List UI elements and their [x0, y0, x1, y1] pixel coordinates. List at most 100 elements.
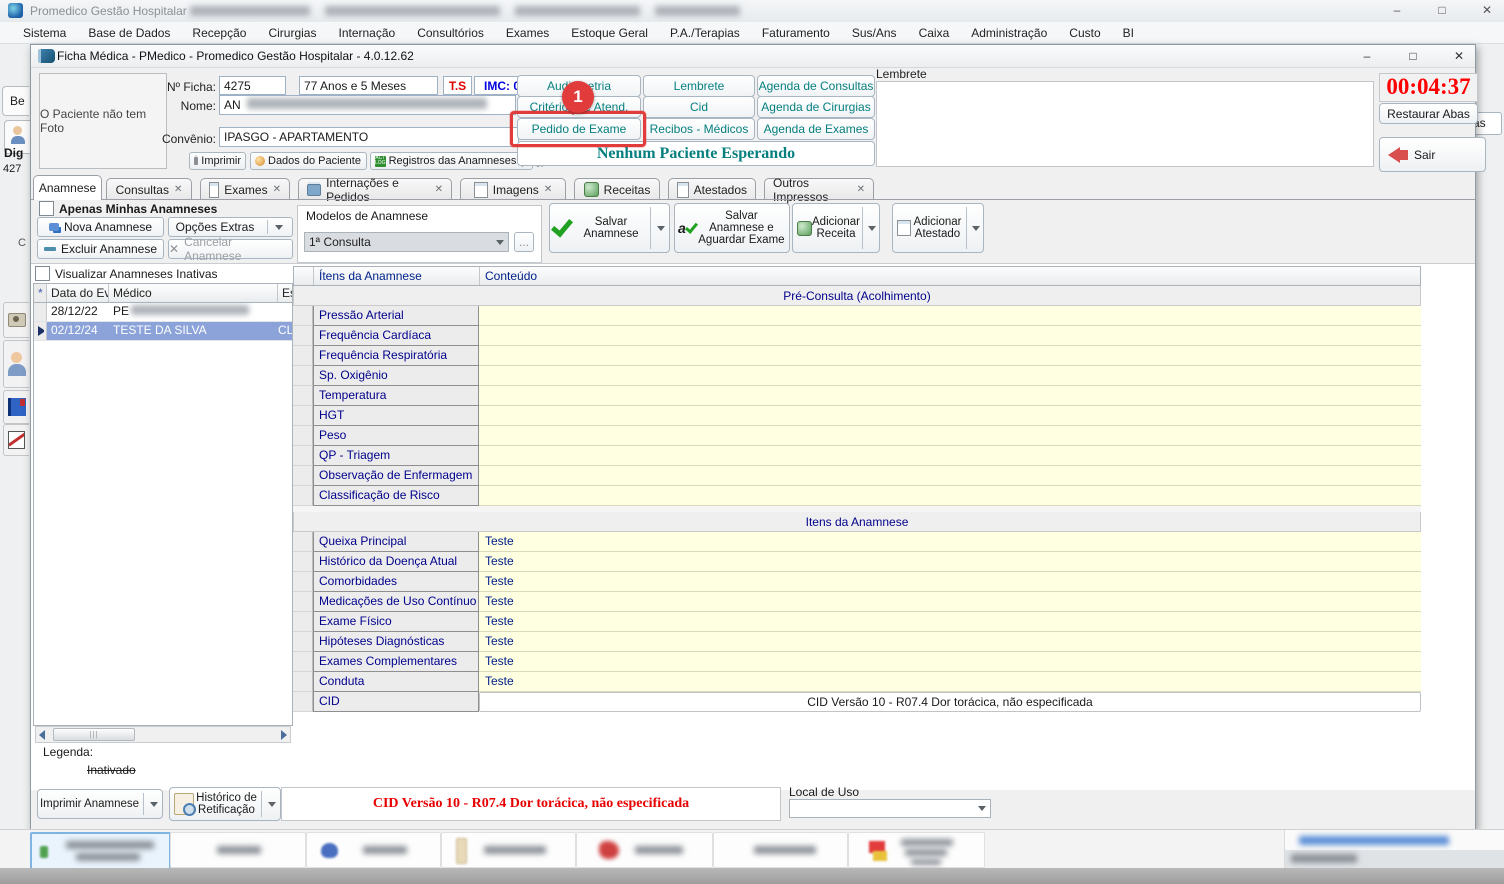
outer-close-button[interactable]: ✕: [1472, 0, 1502, 21]
background-toolbar-button[interactable]: [306, 832, 441, 868]
scrollbar-thumb[interactable]: |||: [53, 728, 135, 741]
opcoes-extras-button[interactable]: Opções Extras: [168, 217, 293, 237]
cid-value[interactable]: CID Versão 10 - R07.4 Dor torácica, não …: [479, 692, 1421, 712]
adicionar-receita-button[interactable]: Adicionar Receita: [792, 203, 880, 253]
tab-atestados[interactable]: Atestados: [668, 178, 756, 200]
modelo-combobox[interactable]: 1ª Consulta: [304, 232, 509, 252]
dados-do-paciente-button[interactable]: Dados do Paciente: [250, 152, 367, 170]
sair-button[interactable]: Sair: [1379, 137, 1486, 172]
outer-maximize-button[interactable]: □: [1427, 0, 1457, 21]
tab-anamnese[interactable]: Anamnese: [33, 175, 102, 200]
list-horizontal-scrollbar[interactable]: |||: [35, 726, 291, 743]
imprimir-button[interactable]: Imprimir: [189, 152, 246, 170]
tipo-sanguineo-button[interactable]: T.S: [443, 76, 472, 95]
restaurar-abas-button[interactable]: Restaurar Abas: [1379, 103, 1478, 124]
grid-header-itens[interactable]: Ítens da Anamnese: [314, 267, 480, 285]
background-tab-be[interactable]: Be: [2, 86, 29, 116]
menu-administracao[interactable]: Administração: [960, 26, 1058, 40]
column-esp[interactable]: Esp: [278, 284, 292, 302]
menu-consultorios[interactable]: Consultórios: [406, 26, 495, 40]
tab-imagens[interactable]: Imagens✕: [460, 178, 566, 200]
agenda-cirurgias-button[interactable]: Agenda de Cirurgias: [757, 96, 875, 118]
menu-sistema[interactable]: Sistema: [12, 26, 77, 40]
log-icon: ACTLOG: [375, 156, 386, 167]
background-toolbar-button[interactable]: [441, 832, 576, 868]
window-title: Ficha Médica - PMedico - Promedico Gestã…: [57, 49, 414, 63]
checkbox-icon[interactable]: [39, 201, 54, 216]
registros-anamneses-button[interactable]: ACTLOG Registros das Anamneses (Log): [370, 152, 533, 170]
chevron-down-icon[interactable]: [657, 226, 665, 231]
adicionar-atestado-button[interactable]: Adicionar Atestado: [892, 203, 984, 253]
menu-exames[interactable]: Exames: [495, 26, 560, 40]
background-toolbar-button[interactable]: [576, 832, 713, 868]
background-tab-photo[interactable]: [3, 302, 29, 338]
ficha-input[interactable]: 4275: [219, 76, 286, 95]
scroll-left-icon[interactable]: [39, 730, 45, 740]
close-icon[interactable]: ✕: [544, 184, 552, 195]
nova-anamnese-button[interactable]: Nova Anamnese: [37, 217, 164, 237]
menu-custo[interactable]: Custo: [1058, 26, 1111, 40]
agenda-exames-button[interactable]: Agenda de Exames: [757, 118, 875, 140]
chevron-down-icon[interactable]: [972, 226, 980, 231]
menu-faturamento[interactable]: Faturamento: [751, 26, 841, 40]
menu-cirurgias[interactable]: Cirurgias: [257, 26, 327, 40]
corner-cell[interactable]: *: [34, 284, 47, 302]
menu-base-de-dados[interactable]: Base de Dados: [77, 26, 181, 40]
scroll-right-icon[interactable]: [281, 730, 287, 740]
outer-minimize-button[interactable]: –: [1382, 0, 1412, 21]
chevron-down-icon[interactable]: [868, 226, 876, 231]
salvar-aguardar-exame-button[interactable]: a Salvar Anamnese e Aguardar Exame: [674, 203, 790, 253]
background-toolbar-button[interactable]: [170, 832, 306, 868]
window-close-button[interactable]: ✕: [1445, 47, 1473, 65]
menu-pa-terapias[interactable]: P.A./Terapias: [659, 26, 751, 40]
chevron-down-icon[interactable]: [268, 802, 276, 807]
convenio-input[interactable]: IPASGO - APARTAMENTO: [219, 127, 519, 147]
menu-internacao[interactable]: Internação: [327, 26, 406, 40]
background-tab-notes[interactable]: [3, 424, 29, 456]
checkbox-icon[interactable]: [35, 266, 50, 281]
apenas-minhas-checkbox[interactable]: Apenas Minhas Anamneses: [39, 201, 217, 216]
salvar-anamnese-button[interactable]: Salvar Anamnese: [549, 203, 670, 253]
excluir-anamnese-button[interactable]: Excluir Anamnese: [37, 239, 164, 259]
menu-caixa[interactable]: Caixa: [908, 26, 961, 40]
window-minimize-button[interactable]: –: [1353, 47, 1381, 65]
menu-recepcao[interactable]: Recepção: [181, 26, 257, 40]
anamnese-row[interactable]: 28/12/22 PE: [34, 303, 292, 322]
modelo-ellipsis-button[interactable]: ...: [514, 232, 534, 252]
anamnese-row-selected[interactable]: 02/12/24 TESTE DA SILVA CLI: [34, 322, 292, 341]
menu-bi[interactable]: BI: [1112, 26, 1145, 40]
lembrete-panel[interactable]: [876, 81, 1374, 167]
tab-outros-impressos[interactable]: Outros Impressos✕: [764, 178, 874, 200]
close-icon[interactable]: ✕: [273, 184, 281, 195]
grid-header-conteudo[interactable]: Conteúdo: [480, 267, 1420, 285]
column-data[interactable]: Data do Ev: [47, 284, 109, 302]
close-icon[interactable]: ✕: [857, 184, 865, 195]
chevron-down-icon[interactable]: [150, 802, 158, 807]
background-tab-book[interactable]: [3, 390, 29, 424]
doctor-icon: [8, 352, 26, 376]
cid-button[interactable]: Cid: [643, 96, 755, 118]
menu-estoque-geral[interactable]: Estoque Geral: [560, 26, 659, 40]
tab-internacoes-pedidos[interactable]: Internações e Pedidos✕: [298, 178, 452, 200]
background-tab-doctor[interactable]: [3, 340, 29, 388]
tab-consultas[interactable]: Consultas✕: [106, 178, 192, 200]
tab-exames[interactable]: Exames✕: [200, 178, 290, 200]
background-toolbar-button[interactable]: [30, 832, 171, 870]
local-de-uso-dropdown[interactable]: [789, 799, 991, 818]
historico-retificacao-button[interactable]: Histórico deRetificação: [169, 787, 281, 821]
nome-input[interactable]: AN: [219, 95, 516, 115]
lembrete-button[interactable]: Lembrete: [643, 75, 755, 97]
background-toolbar-button[interactable]: [713, 832, 848, 868]
background-toolbar-button[interactable]: [848, 832, 985, 868]
visualizar-inativas-checkbox[interactable]: Visualizar Anamneses Inativas: [35, 266, 218, 281]
recibos-medicos-button[interactable]: Recibos - Médicos: [643, 118, 755, 140]
close-icon[interactable]: ✕: [174, 184, 182, 195]
grid-row: QP - Triagem: [293, 446, 1421, 466]
tab-receitas[interactable]: Receitas: [574, 178, 660, 200]
close-icon[interactable]: ✕: [435, 184, 443, 195]
imprimir-anamnese-button[interactable]: Imprimir Anamnese: [37, 789, 163, 819]
menu-sus-ans[interactable]: Sus/Ans: [841, 26, 908, 40]
window-maximize-button[interactable]: □: [1399, 47, 1427, 65]
agenda-consultas-button[interactable]: Agenda de Consultas: [757, 75, 875, 97]
column-medico[interactable]: Médico: [109, 284, 278, 302]
